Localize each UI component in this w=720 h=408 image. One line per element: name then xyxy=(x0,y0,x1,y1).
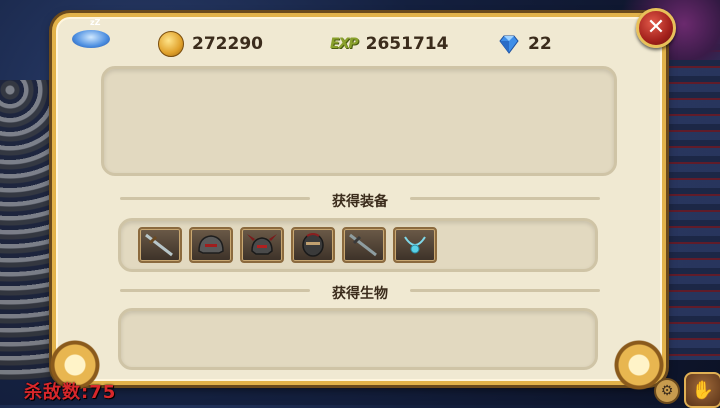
gold-coin-icon xyxy=(158,31,184,57)
equipment-item[interactable] xyxy=(138,227,182,263)
summary-box xyxy=(101,66,617,176)
gear-icon: ⚙ xyxy=(660,383,674,399)
mask-icon xyxy=(302,233,324,257)
exp-icon: EXP xyxy=(330,36,359,52)
gem-value: 22 xyxy=(528,34,552,54)
diamond-icon xyxy=(498,33,520,55)
equipment-item[interactable] xyxy=(393,227,437,263)
hand-button[interactable]: ✋ xyxy=(684,372,720,408)
helmet-icon xyxy=(198,235,224,254)
equipment-section-title: 获得装备 xyxy=(332,194,388,210)
necklace-icon xyxy=(404,236,426,254)
gem-stat: 22 xyxy=(498,32,552,56)
creature-box xyxy=(118,308,598,370)
equipment-item[interactable] xyxy=(291,227,335,263)
gold-value: 272290 xyxy=(192,34,263,54)
equipment-item[interactable] xyxy=(240,227,284,263)
ufo-icon xyxy=(72,30,110,48)
equipment-list xyxy=(138,227,437,263)
exp-value: 2651714 xyxy=(365,34,449,54)
horned-helmet-icon xyxy=(247,234,277,255)
background-right-units xyxy=(664,20,720,360)
sleep-zz-icon: zZ xyxy=(90,18,101,27)
background-crowd xyxy=(0,80,58,380)
ufo-sleep-icon[interactable]: zZ xyxy=(72,18,110,50)
kill-count-label: 杀敌数:75 xyxy=(24,382,117,403)
equipment-item[interactable] xyxy=(342,227,386,263)
hand-icon: ✋ xyxy=(691,379,715,401)
settings-button[interactable]: ⚙ xyxy=(654,378,680,404)
creature-section-title: 获得生物 xyxy=(332,286,388,302)
exp-stat: EXP 2651714 xyxy=(330,32,448,56)
gold-stat: 272290 xyxy=(158,31,263,57)
sword-icon xyxy=(349,233,377,257)
sword-icon xyxy=(145,233,173,257)
close-button[interactable]: ✕ xyxy=(636,8,676,48)
equipment-item[interactable] xyxy=(189,227,233,263)
